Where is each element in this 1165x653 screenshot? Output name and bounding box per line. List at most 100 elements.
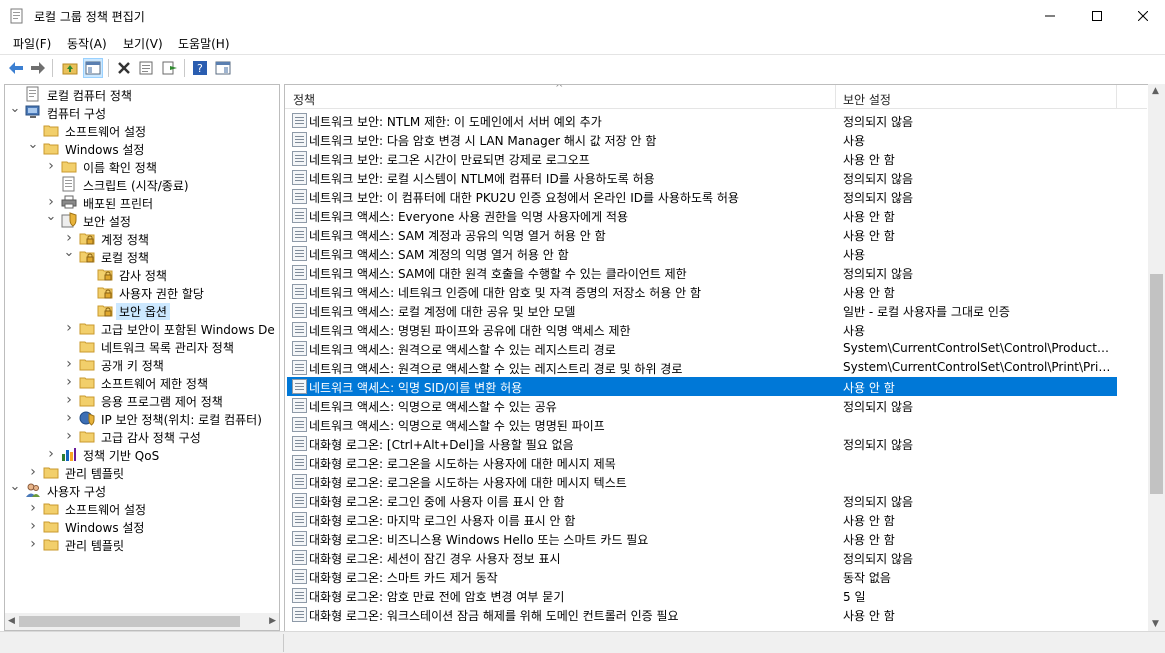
show-hide-tree-button[interactable] — [83, 58, 103, 78]
tree-node[interactable]: › 공개 키 정책 — [5, 355, 279, 373]
tree-horizontal-scrollbar[interactable]: ◀ ▶ — [4, 613, 280, 631]
policy-row[interactable]: 대화형 로그온: 워크스테이션 잠금 해제를 위해 도메인 컨트롤러 인증 필요… — [287, 605, 1117, 624]
tree-node[interactable]: › 이름 확인 정책 — [5, 157, 279, 175]
tree-node[interactable]: ⌄ 로컬 정책 — [5, 246, 279, 266]
scroll-right-icon[interactable]: ▶ — [269, 616, 276, 626]
tree-node[interactable]: 사용자 권한 할당 — [5, 283, 279, 301]
expand-chevron-right-icon[interactable]: › — [63, 357, 75, 371]
expand-chevron-right-icon[interactable]: › — [63, 231, 75, 245]
expand-chevron-right-icon[interactable]: › — [63, 321, 75, 335]
policy-row[interactable]: 네트워크 보안: 로컬 시스템이 NTLM에 컴퓨터 ID를 사용하도록 허용 정… — [287, 168, 1117, 187]
policy-row[interactable]: 대화형 로그온: 비즈니스용 Windows Hello 또는 스마트 카드 필… — [287, 529, 1117, 548]
expand-chevron-right-icon[interactable]: › — [63, 375, 75, 389]
expand-chevron-right-icon[interactable]: › — [63, 393, 75, 407]
tree-node[interactable]: ⌄ 보안 설정 — [5, 210, 279, 230]
delete-button[interactable] — [114, 58, 134, 78]
policy-row[interactable]: 네트워크 보안: 다음 암호 변경 시 LAN Manager 해시 값 저장 … — [287, 130, 1117, 149]
tree-node[interactable]: › 소프트웨어 설정 — [5, 499, 279, 517]
policy-row[interactable]: 네트워크 보안: NTLM 제한: 이 도메인에서 서버 예외 추가 정의되지 않… — [287, 111, 1117, 130]
tree-node[interactable]: 로컬 컴퓨터 정책 — [5, 85, 279, 103]
tree-node[interactable]: 소프트웨어 설정 — [5, 121, 279, 139]
column-divider[interactable] — [1116, 85, 1117, 109]
console-tree[interactable]: 로컬 컴퓨터 정책 ⌄ 컴퓨터 구성 소프트웨어 설정 ⌄ Windows 설정 › 이름 확… — [4, 84, 280, 631]
forward-button[interactable] — [28, 58, 48, 78]
expand-chevron-right-icon[interactable]: › — [45, 159, 57, 173]
policy-row[interactable]: 네트워크 액세스: SAM 계정의 익명 열거 허용 안 함 사용 — [287, 244, 1117, 263]
tree-node[interactable]: › 관리 템플릿 — [5, 463, 279, 481]
tree-node[interactable]: 감사 정책 — [5, 265, 279, 283]
policy-row[interactable]: 네트워크 액세스: 원격으로 액세스할 수 있는 레지스트리 경로 System\… — [287, 339, 1117, 358]
tree-node[interactable]: › 정책 기반 QoS — [5, 445, 279, 463]
column-divider[interactable] — [835, 85, 836, 109]
scroll-up-icon[interactable]: ▲ — [1152, 86, 1159, 96]
policy-row[interactable]: 네트워크 액세스: SAM에 대한 원격 호출을 수행할 수 있는 클라이언트 … — [287, 263, 1117, 282]
close-button[interactable] — [1120, 0, 1165, 32]
tree-node[interactable]: › 계정 정책 — [5, 229, 279, 247]
policy-row[interactable]: 네트워크 액세스: 네트워크 인증에 대한 암호 및 자격 증명의 저장소 허용… — [287, 282, 1117, 301]
console-button[interactable] — [213, 58, 233, 78]
expand-chevron-down-icon[interactable]: ⌄ — [9, 102, 21, 116]
policy-row[interactable]: 대화형 로그온: 마지막 로그인 사용자 이름 표시 안 함 사용 안 함 — [287, 510, 1117, 529]
back-button[interactable] — [6, 58, 26, 78]
column-header-policy[interactable]: 정책 — [293, 91, 315, 108]
column-header-setting[interactable]: 보안 설정 — [843, 91, 891, 108]
policy-row[interactable]: 네트워크 액세스: 로컬 계정에 대한 공유 및 보안 모델 일반 - 로컬 사용… — [287, 301, 1117, 320]
expand-chevron-down-icon[interactable]: ⌄ — [45, 210, 57, 224]
scroll-thumb[interactable] — [19, 616, 240, 627]
expand-chevron-down-icon[interactable]: ⌄ — [27, 138, 39, 152]
policy-row[interactable]: 네트워크 액세스: 익명으로 액세스할 수 있는 명명된 파이프 — [287, 415, 1117, 434]
maximize-button[interactable] — [1074, 0, 1120, 32]
expand-chevron-right-icon[interactable]: › — [45, 195, 57, 209]
tree-node[interactable]: ⌄ 컴퓨터 구성 — [5, 102, 279, 122]
policy-row[interactable]: 대화형 로그온: 로그온을 시도하는 사용자에 대한 메시지 제목 — [287, 453, 1117, 472]
policy-row[interactable]: 네트워크 액세스: SAM 계정과 공유의 익명 열거 허용 안 함 사용 안 함 — [287, 225, 1117, 244]
export-list-button[interactable] — [160, 58, 180, 78]
tree-node[interactable]: › 관리 템플릿 — [5, 535, 279, 553]
help-button[interactable]: ? — [190, 58, 210, 78]
expand-chevron-down-icon[interactable]: ⌄ — [9, 480, 21, 494]
scroll-down-icon[interactable]: ▼ — [1152, 619, 1159, 629]
policy-row[interactable]: 네트워크 액세스: 익명 SID/이름 변환 허용 사용 안 함 — [287, 377, 1117, 396]
policy-row[interactable]: 네트워크 액세스: Everyone 사용 권한을 익명 사용자에게 적용 사용 … — [287, 206, 1117, 225]
policy-row[interactable]: 대화형 로그온: 스마트 카드 제거 동작 동작 없음 — [287, 567, 1117, 586]
menu-view[interactable]: 보기(V) — [123, 35, 163, 52]
policy-row[interactable]: 네트워크 액세스: 원격으로 액세스할 수 있는 레지스트리 경로 및 하위 경… — [287, 358, 1117, 377]
properties-button[interactable] — [136, 58, 156, 78]
expand-chevron-right-icon[interactable]: › — [27, 537, 39, 551]
menu-help[interactable]: 도움말(H) — [178, 35, 230, 52]
policy-row[interactable]: 대화형 로그온: 암호 만료 전에 암호 변경 여부 묻기 5 일 — [287, 586, 1117, 605]
menu-file[interactable]: 파일(F) — [13, 35, 51, 52]
menu-action[interactable]: 동작(A) — [67, 35, 107, 52]
policy-row[interactable]: 네트워크 액세스: 익명으로 액세스할 수 있는 공유 정의되지 않음 — [287, 396, 1117, 415]
tree-node[interactable]: 스크립트 (시작/종료) — [5, 175, 279, 193]
tree-node[interactable]: › 고급 감사 정책 구성 — [5, 427, 279, 445]
expand-chevron-right-icon[interactable]: › — [27, 519, 39, 533]
minimize-button[interactable] — [1027, 0, 1073, 32]
policy-row[interactable]: 네트워크 보안: 로그온 시간이 만료되면 강제로 로그오프 사용 안 함 — [287, 149, 1117, 168]
tree-node[interactable]: ⌄ Windows 설정 — [5, 138, 279, 158]
expand-chevron-right-icon[interactable]: › — [63, 411, 75, 425]
scroll-left-icon[interactable]: ◀ — [8, 616, 15, 626]
tree-node[interactable]: 네트워크 목록 관리자 정책 — [5, 337, 279, 355]
tree-node[interactable]: › 응용 프로그램 제어 정책 — [5, 391, 279, 409]
policy-row[interactable]: 대화형 로그온: [Ctrl+Alt+Del]을 사용할 필요 없음 정의되지 않… — [287, 434, 1117, 453]
expand-chevron-right-icon[interactable]: › — [45, 447, 57, 461]
tree-node[interactable]: › 소프트웨어 제한 정책 — [5, 373, 279, 391]
policy-row[interactable]: 대화형 로그온: 세션이 잠긴 경우 사용자 정보 표시 정의되지 않음 — [287, 548, 1117, 567]
tree-node[interactable]: › IP 보안 정책(위치: 로컬 컴퓨터) — [5, 409, 279, 427]
policy-row[interactable]: 대화형 로그온: 로그인 중에 사용자 이름 표시 안 함 정의되지 않음 — [287, 491, 1117, 510]
policy-row[interactable]: 대화형 로그온: 로그온을 시도하는 사용자에 대한 메시지 텍스트 — [287, 472, 1117, 491]
tree-node[interactable]: › Windows 설정 — [5, 517, 279, 535]
tree-node[interactable]: ⌄ 사용자 구성 — [5, 480, 279, 500]
scroll-thumb[interactable] — [1150, 274, 1163, 494]
tree-node[interactable]: › 고급 보안이 포함된 Windows De — [5, 319, 279, 337]
expand-chevron-down-icon[interactable]: ⌄ — [63, 246, 75, 260]
policy-row[interactable]: 네트워크 보안: 이 컴퓨터에 대한 PKU2U 인증 요청에서 온라인 ID를… — [287, 187, 1117, 206]
expand-chevron-right-icon[interactable]: › — [63, 429, 75, 443]
policy-row[interactable]: 네트워크 액세스: 명명된 파이프와 공유에 대한 익명 액세스 제한 사용 — [287, 320, 1117, 339]
expand-chevron-right-icon[interactable]: › — [27, 465, 39, 479]
tree-node[interactable]: 보안 옵션 — [5, 301, 279, 320]
list-vertical-scrollbar[interactable]: ▲ ▼ — [1148, 84, 1165, 631]
expand-chevron-right-icon[interactable]: › — [27, 501, 39, 515]
up-one-level-button[interactable] — [60, 58, 80, 78]
